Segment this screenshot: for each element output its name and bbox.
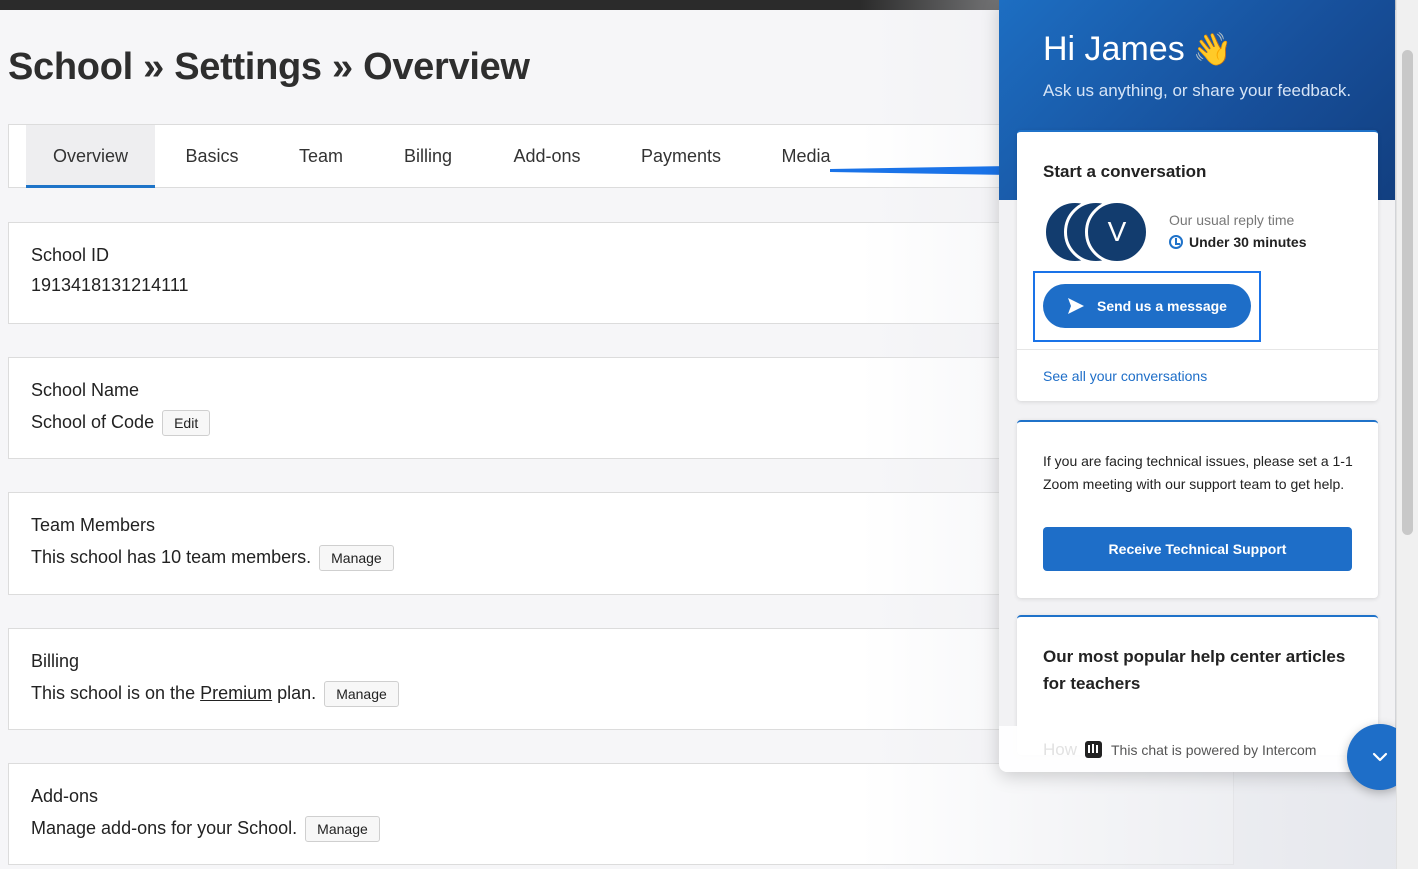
manage-add-ons-button[interactable]: Manage — [305, 816, 380, 842]
team-members-text: This school has 10 team members. — [31, 546, 312, 567]
avatar: V — [1085, 200, 1149, 264]
tab-team[interactable]: Team — [279, 125, 363, 188]
team-members-title: Team Members — [31, 515, 156, 535]
send-message-label: Send us a message — [1097, 298, 1227, 314]
tab-basics[interactable]: Basics — [165, 125, 259, 188]
chat-greeting: Hi James 👋 — [1043, 30, 1233, 69]
clock-icon — [1169, 235, 1183, 249]
tab-billing[interactable]: Billing — [383, 125, 473, 188]
chat-panel: Hi James 👋 Ask us anything, or share your… — [999, 0, 1395, 772]
school-name-row: School of Code Edit — [31, 410, 211, 436]
greeting-text: Hi James — [1043, 30, 1185, 68]
add-ons-row: Manage add-ons for your School. Manage — [31, 816, 380, 842]
billing-text-before: This school is on the — [31, 682, 196, 703]
reply-time-value: Under 30 minutes — [1189, 234, 1307, 250]
add-ons-text: Manage add-ons for your School. — [31, 817, 298, 838]
wave-icon: 👋 — [1192, 31, 1233, 67]
billing-text-after: plan. — [277, 682, 317, 703]
tech-support-box: If you are facing technical issues, plea… — [1017, 420, 1378, 598]
billing-row: This school is on the Premium plan. Manag… — [31, 681, 399, 707]
see-all-conversations-link[interactable]: See all your conversations — [1043, 368, 1207, 384]
school-name-value: School of Code — [31, 411, 155, 432]
tab-payments[interactable]: Payments — [621, 125, 741, 188]
reply-time-row: Under 30 minutes — [1169, 234, 1306, 250]
tab-overview[interactable]: Overview — [26, 125, 155, 188]
powered-by-text: This chat is powered by Intercom — [1111, 742, 1317, 758]
receive-tech-support-button[interactable]: Receive Technical Support — [1043, 527, 1352, 571]
chat-footer: How This chat is powered by Intercom — [999, 726, 1395, 772]
faded-article-text: How — [1043, 740, 1078, 759]
page-title: School » Settings » Overview — [8, 46, 530, 88]
intercom-logo-icon — [1085, 741, 1102, 758]
premium-plan-link[interactable]: Premium — [200, 683, 272, 703]
send-icon — [1068, 298, 1084, 314]
divider — [1017, 349, 1378, 350]
school-name-title: School Name — [31, 380, 140, 400]
add-ons-title: Add-ons — [31, 786, 99, 806]
reply-time-label: Our usual reply time — [1169, 212, 1295, 228]
chat-subtitle: Ask us anything, or share your feedback. — [1043, 81, 1352, 100]
manage-team-button[interactable]: Manage — [319, 545, 394, 571]
tech-support-text: If you are facing technical issues, plea… — [1043, 453, 1353, 492]
start-conversation-title: Start a conversation — [1043, 162, 1207, 181]
school-id-value: 1913418131214111 — [31, 275, 189, 295]
conversation-box: Start a conversation V Our usual reply t… — [1017, 130, 1378, 401]
scrollbar-thumb[interactable] — [1402, 50, 1413, 535]
help-articles-title: Our most popular help center articles fo… — [1043, 647, 1346, 693]
send-message-button[interactable]: Send us a message — [1043, 284, 1251, 328]
billing-title: Billing — [31, 651, 80, 671]
tab-add-ons[interactable]: Add-ons — [493, 125, 601, 188]
edit-school-name-button[interactable]: Edit — [162, 410, 211, 436]
team-members-row: This school has 10 team members. Manage — [31, 545, 394, 571]
school-id-title: School ID — [31, 245, 110, 265]
add-ons-card: Add-ons Manage add-ons for your School. M… — [8, 763, 1234, 865]
manage-billing-button[interactable]: Manage — [324, 681, 399, 707]
page-scrollbar[interactable] — [1396, 0, 1418, 869]
chevron-down-icon — [1372, 752, 1388, 762]
